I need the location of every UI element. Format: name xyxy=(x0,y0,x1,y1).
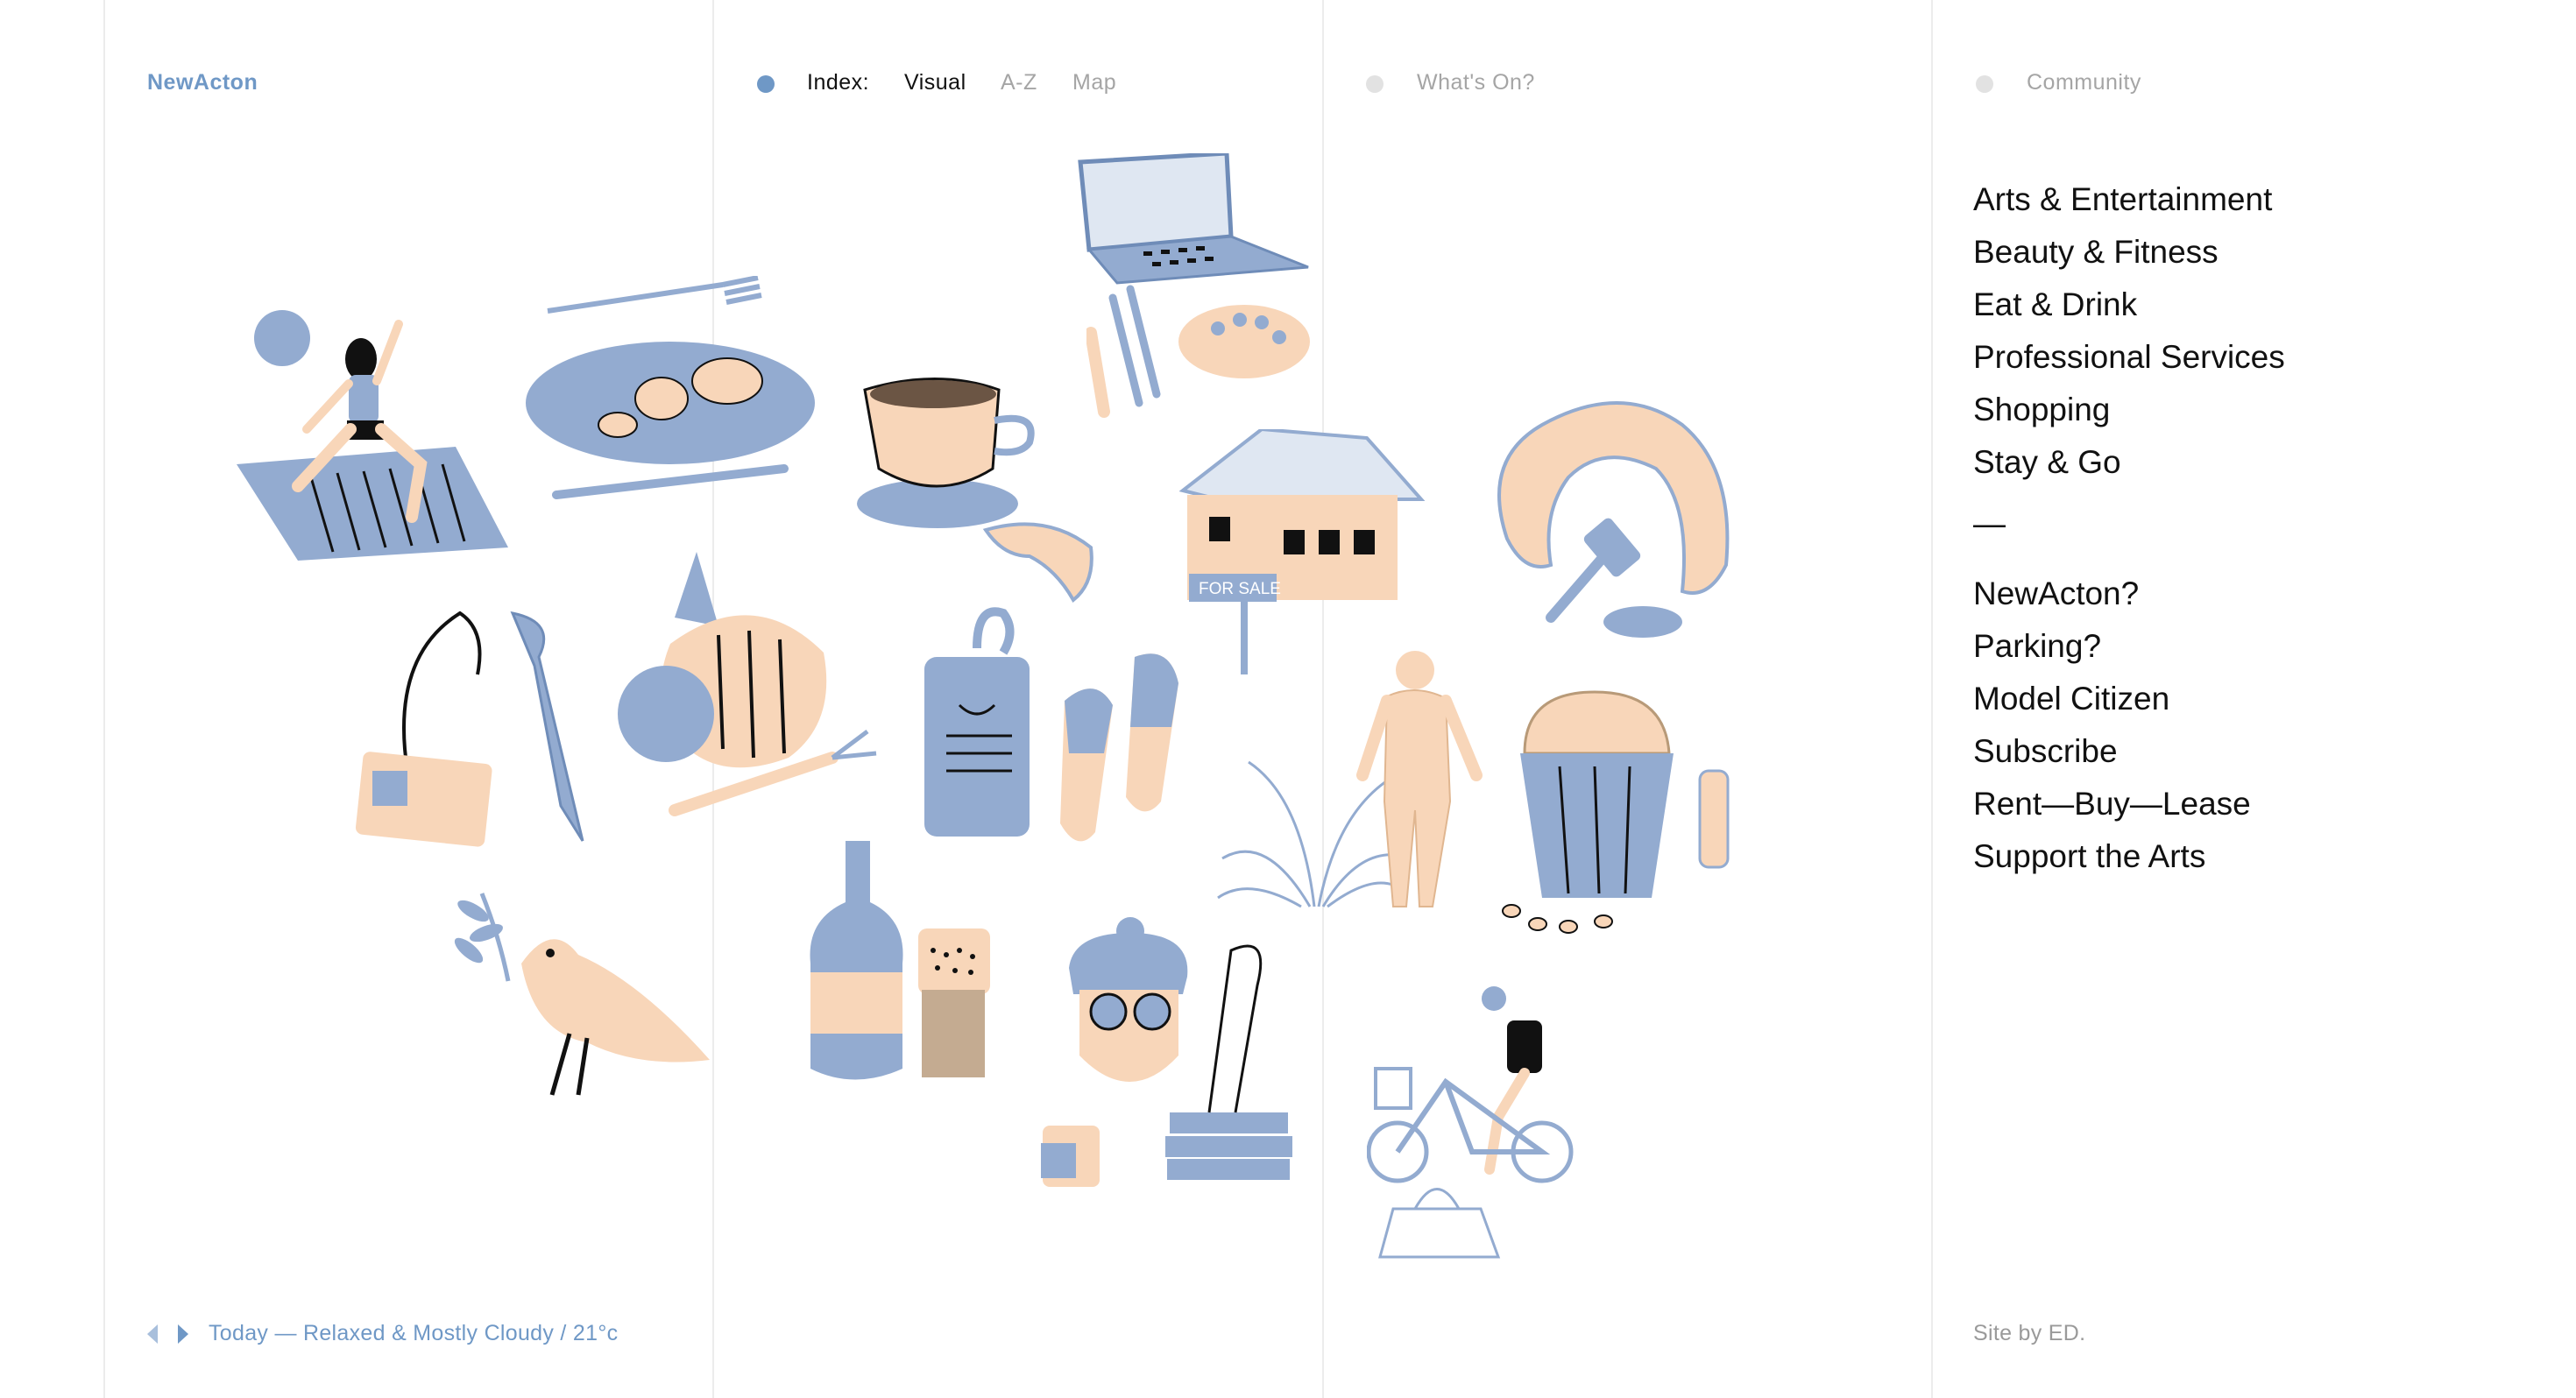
standing-man-illustration[interactable] xyxy=(1354,644,1494,915)
sidebar-item-parking[interactable]: Parking? xyxy=(1973,620,2534,673)
whats-on-dot-icon xyxy=(1366,75,1384,93)
granny-books-illustration[interactable] xyxy=(1025,915,1306,1196)
sidebar-item-shopping[interactable]: Shopping xyxy=(1973,384,2534,436)
sidebar-item-professional-services[interactable]: Professional Services xyxy=(1973,331,2534,384)
community-dot-icon xyxy=(1976,75,1993,93)
category-list: Arts & Entertainment Beauty & Fitness Ea… xyxy=(1973,173,2534,489)
sidebar-item-subscribe[interactable]: Subscribe xyxy=(1973,725,2534,778)
info-link-list: NewActon? Parking? Model Citizen Subscri… xyxy=(1973,568,2534,883)
sidebar-item-eat-drink[interactable]: Eat & Drink xyxy=(1973,279,2534,331)
sidebar-nav: Arts & Entertainment Beauty & Fitness Ea… xyxy=(1973,173,2534,883)
sidebar-item-newacton[interactable]: NewActon? xyxy=(1973,568,2534,620)
column-divider xyxy=(1931,0,1933,1398)
sidebar-separator: — xyxy=(1973,505,2006,541)
sidebar-item-stay-go[interactable]: Stay & Go xyxy=(1973,436,2534,489)
index-label: Index: xyxy=(807,70,870,95)
tab-map[interactable]: Map xyxy=(1072,70,1116,95)
scarf-hammer-illustration[interactable] xyxy=(1472,390,1761,653)
house-for-sale-illustration[interactable]: FOR SALE xyxy=(1165,429,1428,674)
weather-prev-arrow-icon[interactable] xyxy=(147,1324,158,1344)
sidebar-item-model-citizen[interactable]: Model Citizen xyxy=(1973,673,2534,725)
wine-bottle-illustration[interactable] xyxy=(806,841,999,1086)
sidebar-item-rent-buy-lease[interactable]: Rent—Buy—Lease xyxy=(1973,778,2534,830)
bird-illustration[interactable] xyxy=(447,885,718,1104)
weather-status: Today — Relaxed & Mostly Cloudy / 21°c xyxy=(209,1321,619,1345)
column-divider xyxy=(103,0,105,1398)
tab-a-z[interactable]: A-Z xyxy=(1001,70,1037,95)
index-active-dot-icon xyxy=(757,75,775,93)
community-link[interactable]: Community xyxy=(2027,70,2141,95)
for-sale-sign-text: FOR SALE xyxy=(1199,580,1281,598)
cyclist-illustration[interactable] xyxy=(1367,985,1595,1270)
paint-palette-illustration[interactable] xyxy=(1086,280,1314,420)
site-credit[interactable]: Site by ED. xyxy=(1973,1321,2085,1346)
muffin-illustration[interactable] xyxy=(1490,683,1735,955)
whats-on-link[interactable]: What's On? xyxy=(1417,70,1535,95)
coffee-cup-illustration[interactable] xyxy=(854,372,1117,609)
fish-plate-illustration[interactable] xyxy=(521,276,819,539)
column-divider xyxy=(1322,0,1324,1398)
weather-next-arrow-icon[interactable] xyxy=(178,1324,188,1344)
site-logo[interactable]: NewActon xyxy=(147,70,258,95)
laptop-illustration[interactable] xyxy=(1073,153,1319,285)
yoga-woman-illustration[interactable] xyxy=(237,298,517,569)
id-lanyard-tie-illustration[interactable] xyxy=(355,604,591,850)
tab-visual[interactable]: Visual xyxy=(904,70,966,95)
sidebar-item-support-the-arts[interactable]: Support the Arts xyxy=(1973,830,2534,883)
sidebar-item-beauty-fitness[interactable]: Beauty & Fitness xyxy=(1973,226,2534,279)
pumpkin-carrot-illustration[interactable] xyxy=(613,547,885,819)
sidebar-item-arts-entertainment[interactable]: Arts & Entertainment xyxy=(1973,173,2534,226)
door-hanger-slippers-illustration[interactable] xyxy=(916,604,1205,850)
